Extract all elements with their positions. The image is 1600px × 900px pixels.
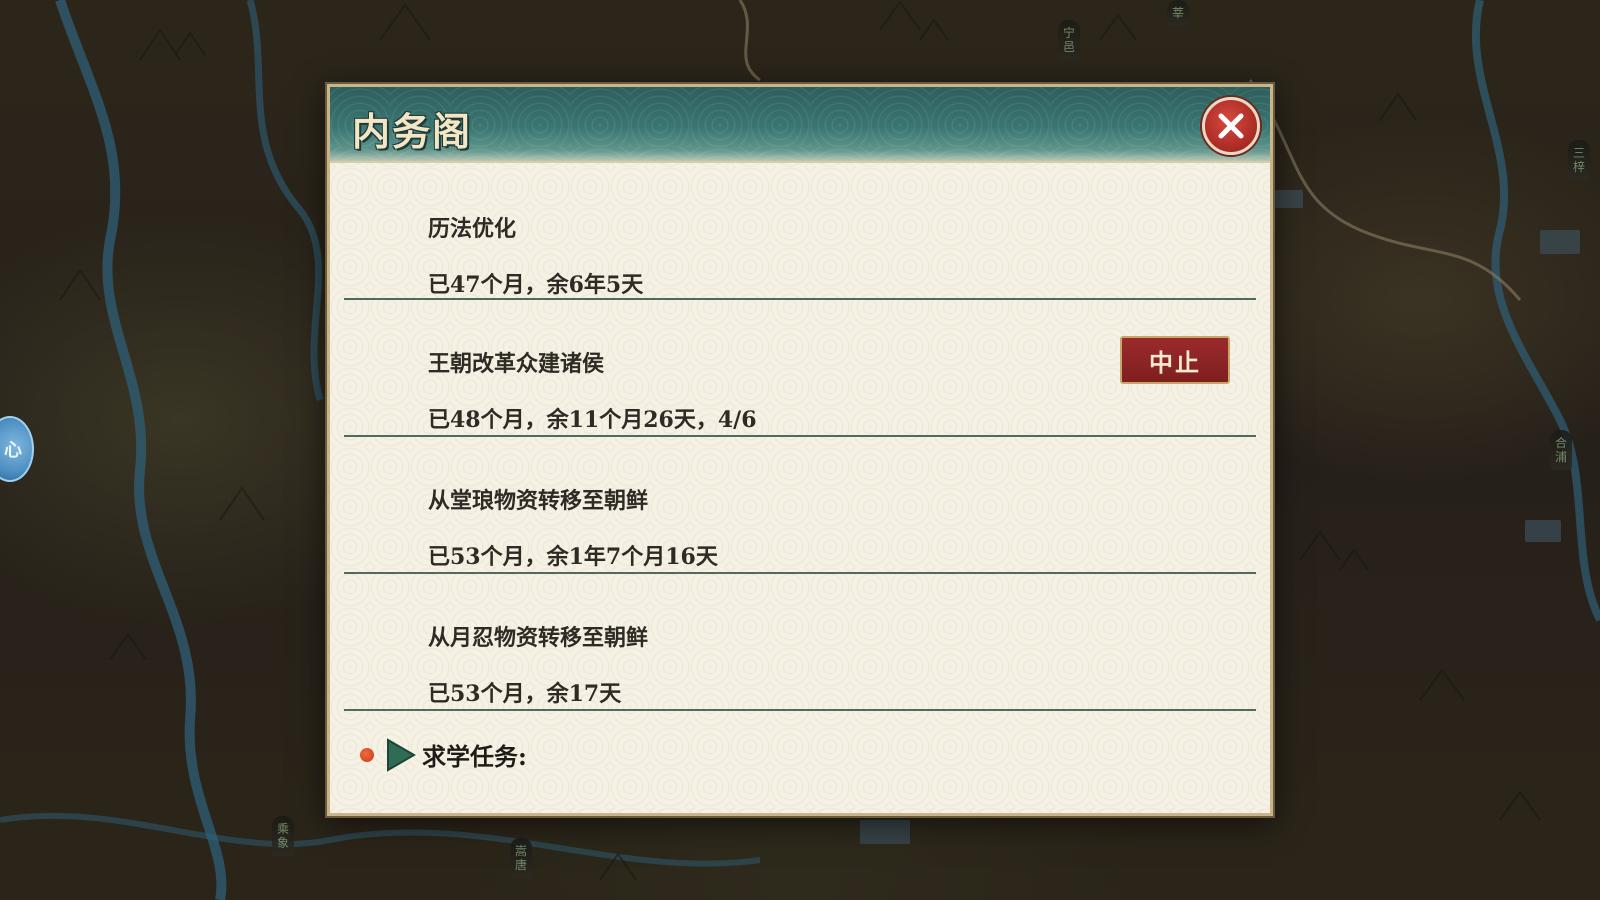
map-marker[interactable]: 三梓 bbox=[1568, 140, 1590, 180]
side-orb-label: 心 bbox=[4, 440, 22, 461]
task-progress: 已47个月，余6年5天 bbox=[428, 272, 644, 298]
task-title: 历法优化 bbox=[428, 216, 517, 242]
task-row: 历法优化 已47个月，余6年5天 bbox=[344, 163, 1256, 300]
study-task-section[interactable]: 求学任务: bbox=[360, 737, 527, 772]
study-task-label: 求学任务: bbox=[422, 742, 527, 771]
task-progress: 已53个月，余17天 bbox=[428, 681, 622, 707]
task-title: 从堂琅物资转移至朝鲜 bbox=[428, 488, 649, 514]
close-button[interactable] bbox=[1202, 97, 1260, 155]
task-row: 从月忍物资转移至朝鲜 已53个月，余17天 bbox=[344, 574, 1256, 711]
task-title: 从月忍物资转移至朝鲜 bbox=[428, 625, 649, 651]
stop-button[interactable]: 中止 bbox=[1120, 336, 1230, 384]
dialog-header: 内务阁 bbox=[330, 87, 1270, 163]
task-list: 历法优化 已47个月，余6年5天 王朝改革众建诸侯 已48个月，余11个月26天… bbox=[330, 163, 1270, 711]
play-arrow-icon bbox=[387, 737, 416, 772]
map-marker[interactable]: 合浦 bbox=[1550, 430, 1572, 470]
bullet-dot-icon bbox=[360, 747, 374, 762]
dialog-title: 内务阁 bbox=[352, 109, 473, 154]
map-marker[interactable]: 宁邑 bbox=[1058, 20, 1080, 60]
task-row: 王朝改革众建诸侯 已48个月，余11个月26天，4/6 中止 bbox=[344, 300, 1256, 437]
map-marker[interactable]: 嵩唐 bbox=[510, 838, 532, 878]
task-progress: 已53个月，余1年7个月16天 bbox=[428, 544, 718, 570]
close-icon bbox=[1218, 113, 1244, 139]
task-title: 王朝改革众建诸侯 bbox=[428, 351, 605, 377]
task-row: 从堂琅物资转移至朝鲜 已53个月，余1年7个月16天 bbox=[344, 437, 1256, 574]
map-marker[interactable]: 莘 bbox=[1167, 0, 1189, 26]
task-progress: 已48个月，余11个月26天，4/6 bbox=[428, 407, 757, 433]
internal-affairs-dialog: 内务阁 历法优化 已47个月，余6年5天 王朝改革众建诸侯 已48个月，余11个… bbox=[327, 84, 1273, 816]
map-marker[interactable]: 乘象 bbox=[272, 816, 294, 856]
